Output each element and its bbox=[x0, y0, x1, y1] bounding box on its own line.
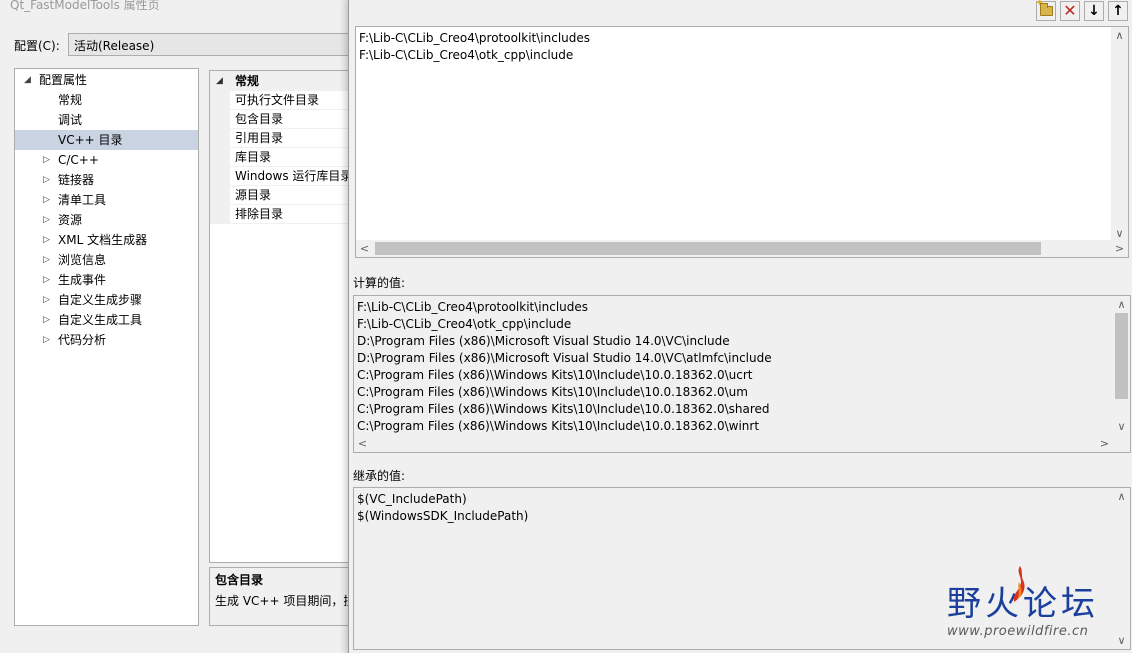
editor-horizontal-scrollbar[interactable]: < > bbox=[356, 240, 1128, 257]
arrow-down-icon: ↓ bbox=[1088, 3, 1100, 19]
tree-item[interactable]: ▷ 清单工具 bbox=[15, 190, 198, 210]
scroll-down-icon[interactable]: ∨ bbox=[1113, 418, 1130, 435]
inherited-path-line: $(WindowsSDK_IncludePath) bbox=[357, 509, 529, 523]
forum-watermark: 野火论坛 www.proewildfire.cn bbox=[947, 566, 1132, 646]
grid-property-row[interactable]: 库目录 bbox=[210, 148, 358, 167]
tree-item[interactable]: ◢ 配置属性 bbox=[15, 70, 198, 90]
tree-item[interactable]: ▷ 链接器 bbox=[15, 170, 198, 190]
expand-arrow-icon[interactable]: ▷ bbox=[43, 290, 53, 310]
move-down-button[interactable]: ↓ bbox=[1084, 1, 1104, 21]
tree-item[interactable]: ▷ 代码分析 bbox=[15, 330, 198, 350]
tree-item-label: 调试 bbox=[58, 113, 83, 127]
tree-item[interactable]: ▷ 自定义生成工具 bbox=[15, 310, 198, 330]
expand-arrow-icon[interactable]: ▷ bbox=[43, 230, 53, 250]
calculated-path-line: D:\Program Files (x86)\Microsoft Visual … bbox=[357, 334, 730, 348]
expand-arrow-icon[interactable]: ▷ bbox=[43, 210, 53, 230]
expand-arrow-icon[interactable]: ▷ bbox=[43, 170, 53, 190]
tree-item-label: 链接器 bbox=[58, 173, 95, 187]
expand-arrow-icon[interactable]: ▷ bbox=[43, 250, 53, 270]
calculated-path-line: D:\Program Files (x86)\Microsoft Visual … bbox=[357, 351, 772, 365]
include-directories-dialog: ✦ ✕ ↓ ↑ F:\Lib-C\CLib_Creo4\protoolkit\i… bbox=[348, 0, 1132, 653]
description-pane: 包含目录 生成 VC++ 项目期间，搜 bbox=[209, 567, 359, 626]
delete-line-button[interactable]: ✕ bbox=[1060, 1, 1080, 21]
calc-vertical-scrollbar[interactable]: ∧ ∨ bbox=[1113, 296, 1130, 435]
tree-item-label: 自定义生成工具 bbox=[58, 313, 143, 327]
expand-arrow-icon[interactable]: ▷ bbox=[43, 270, 53, 290]
collapse-arrow-icon[interactable]: ◢ bbox=[216, 71, 223, 91]
scroll-right-icon[interactable]: > bbox=[1111, 240, 1128, 257]
editor-vertical-scrollbar[interactable]: ∧ ∨ bbox=[1111, 27, 1128, 242]
include-paths-editor[interactable]: F:\Lib-C\CLib_Creo4\protoolkit\includes F… bbox=[355, 26, 1129, 258]
tree-item[interactable]: 调试 bbox=[15, 110, 198, 130]
tree-item[interactable]: VC++ 目录 bbox=[15, 130, 198, 150]
watermark-url: www.proewildfire.cn bbox=[947, 624, 1089, 639]
tree-item[interactable]: ▷ 生成事件 bbox=[15, 270, 198, 290]
include-path-line[interactable]: F:\Lib-C\CLib_Creo4\otk_cpp\include bbox=[359, 47, 1128, 64]
expand-arrow-icon[interactable]: ▷ bbox=[43, 310, 53, 330]
scroll-up-icon[interactable]: ∧ bbox=[1113, 296, 1130, 313]
tree-item-label: 常规 bbox=[58, 93, 83, 107]
tree-item[interactable]: ▷ 浏览信息 bbox=[15, 250, 198, 270]
new-folder-icon: ✦ bbox=[1036, 0, 1053, 16]
grid-property-row[interactable]: Windows 运行库目录 bbox=[210, 167, 358, 186]
tree-item[interactable]: ▷ XML 文档生成器 bbox=[15, 230, 198, 250]
scroll-up-icon[interactable]: ∧ bbox=[1113, 488, 1130, 505]
description-text: 生成 VC++ 项目期间，搜 bbox=[215, 594, 356, 608]
tree-item-label: 生成事件 bbox=[58, 273, 107, 287]
grid-property-row[interactable]: 包含目录 bbox=[210, 110, 358, 129]
grid-property-row[interactable]: 排除目录 bbox=[210, 205, 358, 224]
calculated-path-line: C:\Program Files (x86)\Windows Kits\10\I… bbox=[357, 385, 748, 399]
calculated-path-line: C:\Program Files (x86)\Windows Kits\10\I… bbox=[357, 419, 760, 433]
tree-item[interactable]: ▷ 自定义生成步骤 bbox=[15, 290, 198, 310]
tree-item[interactable]: ▷ C/C++ bbox=[15, 150, 198, 170]
tree-item-label: XML 文档生成器 bbox=[58, 233, 148, 247]
flame-icon bbox=[1013, 566, 1025, 602]
grid-property-row[interactable]: 源目录 bbox=[210, 186, 358, 205]
calc-scroll-thumb[interactable] bbox=[1115, 313, 1128, 399]
calculated-values-label: 计算的值: bbox=[353, 276, 406, 290]
arrow-up-icon: ↑ bbox=[1112, 3, 1124, 19]
inherited-values-label: 继承的值: bbox=[353, 469, 406, 483]
tree-item-label: 代码分析 bbox=[58, 333, 107, 347]
calculated-path-line: C:\Program Files (x86)\Windows Kits\10\I… bbox=[357, 402, 770, 416]
grid-category-label: 常规 bbox=[235, 74, 260, 88]
calculated-path-line: C:\Program Files (x86)\Windows Kits\10\I… bbox=[357, 368, 753, 382]
expand-arrow-icon[interactable]: ▷ bbox=[43, 150, 53, 170]
scroll-right-icon[interactable]: > bbox=[1096, 435, 1113, 452]
scroll-left-icon[interactable]: < bbox=[356, 240, 373, 257]
grid-property-row[interactable]: 引用目录 bbox=[210, 129, 358, 148]
tree-item[interactable]: 常规 bbox=[15, 90, 198, 110]
tree-item-label: 自定义生成步骤 bbox=[58, 293, 143, 307]
config-label: 配置(C): bbox=[14, 39, 60, 53]
window-title: Qt_FastModelTools 属性页 bbox=[10, 0, 160, 12]
calc-horizontal-scrollbar[interactable]: < > bbox=[354, 435, 1130, 452]
grid-property-row[interactable]: 可执行文件目录 bbox=[210, 91, 358, 110]
calculated-path-line: F:\Lib-C\CLib_Creo4\otk_cpp\include bbox=[357, 317, 572, 331]
expand-arrow-icon[interactable]: ▷ bbox=[43, 190, 53, 210]
description-title: 包含目录 bbox=[215, 573, 264, 587]
tree-item-label: C/C++ bbox=[58, 153, 99, 167]
tree-item-label: 清单工具 bbox=[58, 193, 107, 207]
new-line-button[interactable]: ✦ bbox=[1036, 0, 1056, 21]
property-tree: ◢ 配置属性 常规 调试 VC++ 目录 ▷ C/C++ ▷ 链接器 ▷ 清单工具 ▷ 资源 ▷ XML 文… bbox=[14, 68, 199, 626]
scroll-left-icon[interactable]: < bbox=[354, 435, 371, 452]
include-path-line[interactable]: F:\Lib-C\CLib_Creo4\protoolkit\includes bbox=[359, 30, 1128, 47]
inherited-path-line: $(VC_IncludePath) bbox=[357, 492, 467, 506]
scroll-up-icon[interactable]: ∧ bbox=[1111, 27, 1128, 44]
delete-icon: ✕ bbox=[1063, 1, 1077, 20]
calculated-values-list: F:\Lib-C\CLib_Creo4\protoolkit\includes F… bbox=[353, 295, 1131, 453]
editor-scroll-thumb[interactable] bbox=[375, 242, 1041, 255]
tree-item-label: VC++ 目录 bbox=[58, 133, 123, 147]
grid-category-general[interactable]: ◢ 常规 bbox=[210, 71, 358, 91]
property-grid: ◢ 常规 可执行文件目录 包含目录 引用目录 库目录 Windows 运行库目录 源目录排… bbox=[209, 70, 359, 563]
collapse-arrow-icon[interactable]: ◢ bbox=[24, 70, 34, 90]
tree-item[interactable]: ▷ 资源 bbox=[15, 210, 198, 230]
move-up-button[interactable]: ↑ bbox=[1108, 1, 1128, 21]
expand-arrow-icon[interactable]: ▷ bbox=[43, 330, 53, 350]
tree-item-label: 浏览信息 bbox=[58, 253, 107, 267]
config-select[interactable]: 活动(Release) bbox=[68, 33, 358, 56]
calculated-path-line: F:\Lib-C\CLib_Creo4\protoolkit\includes bbox=[357, 300, 589, 314]
